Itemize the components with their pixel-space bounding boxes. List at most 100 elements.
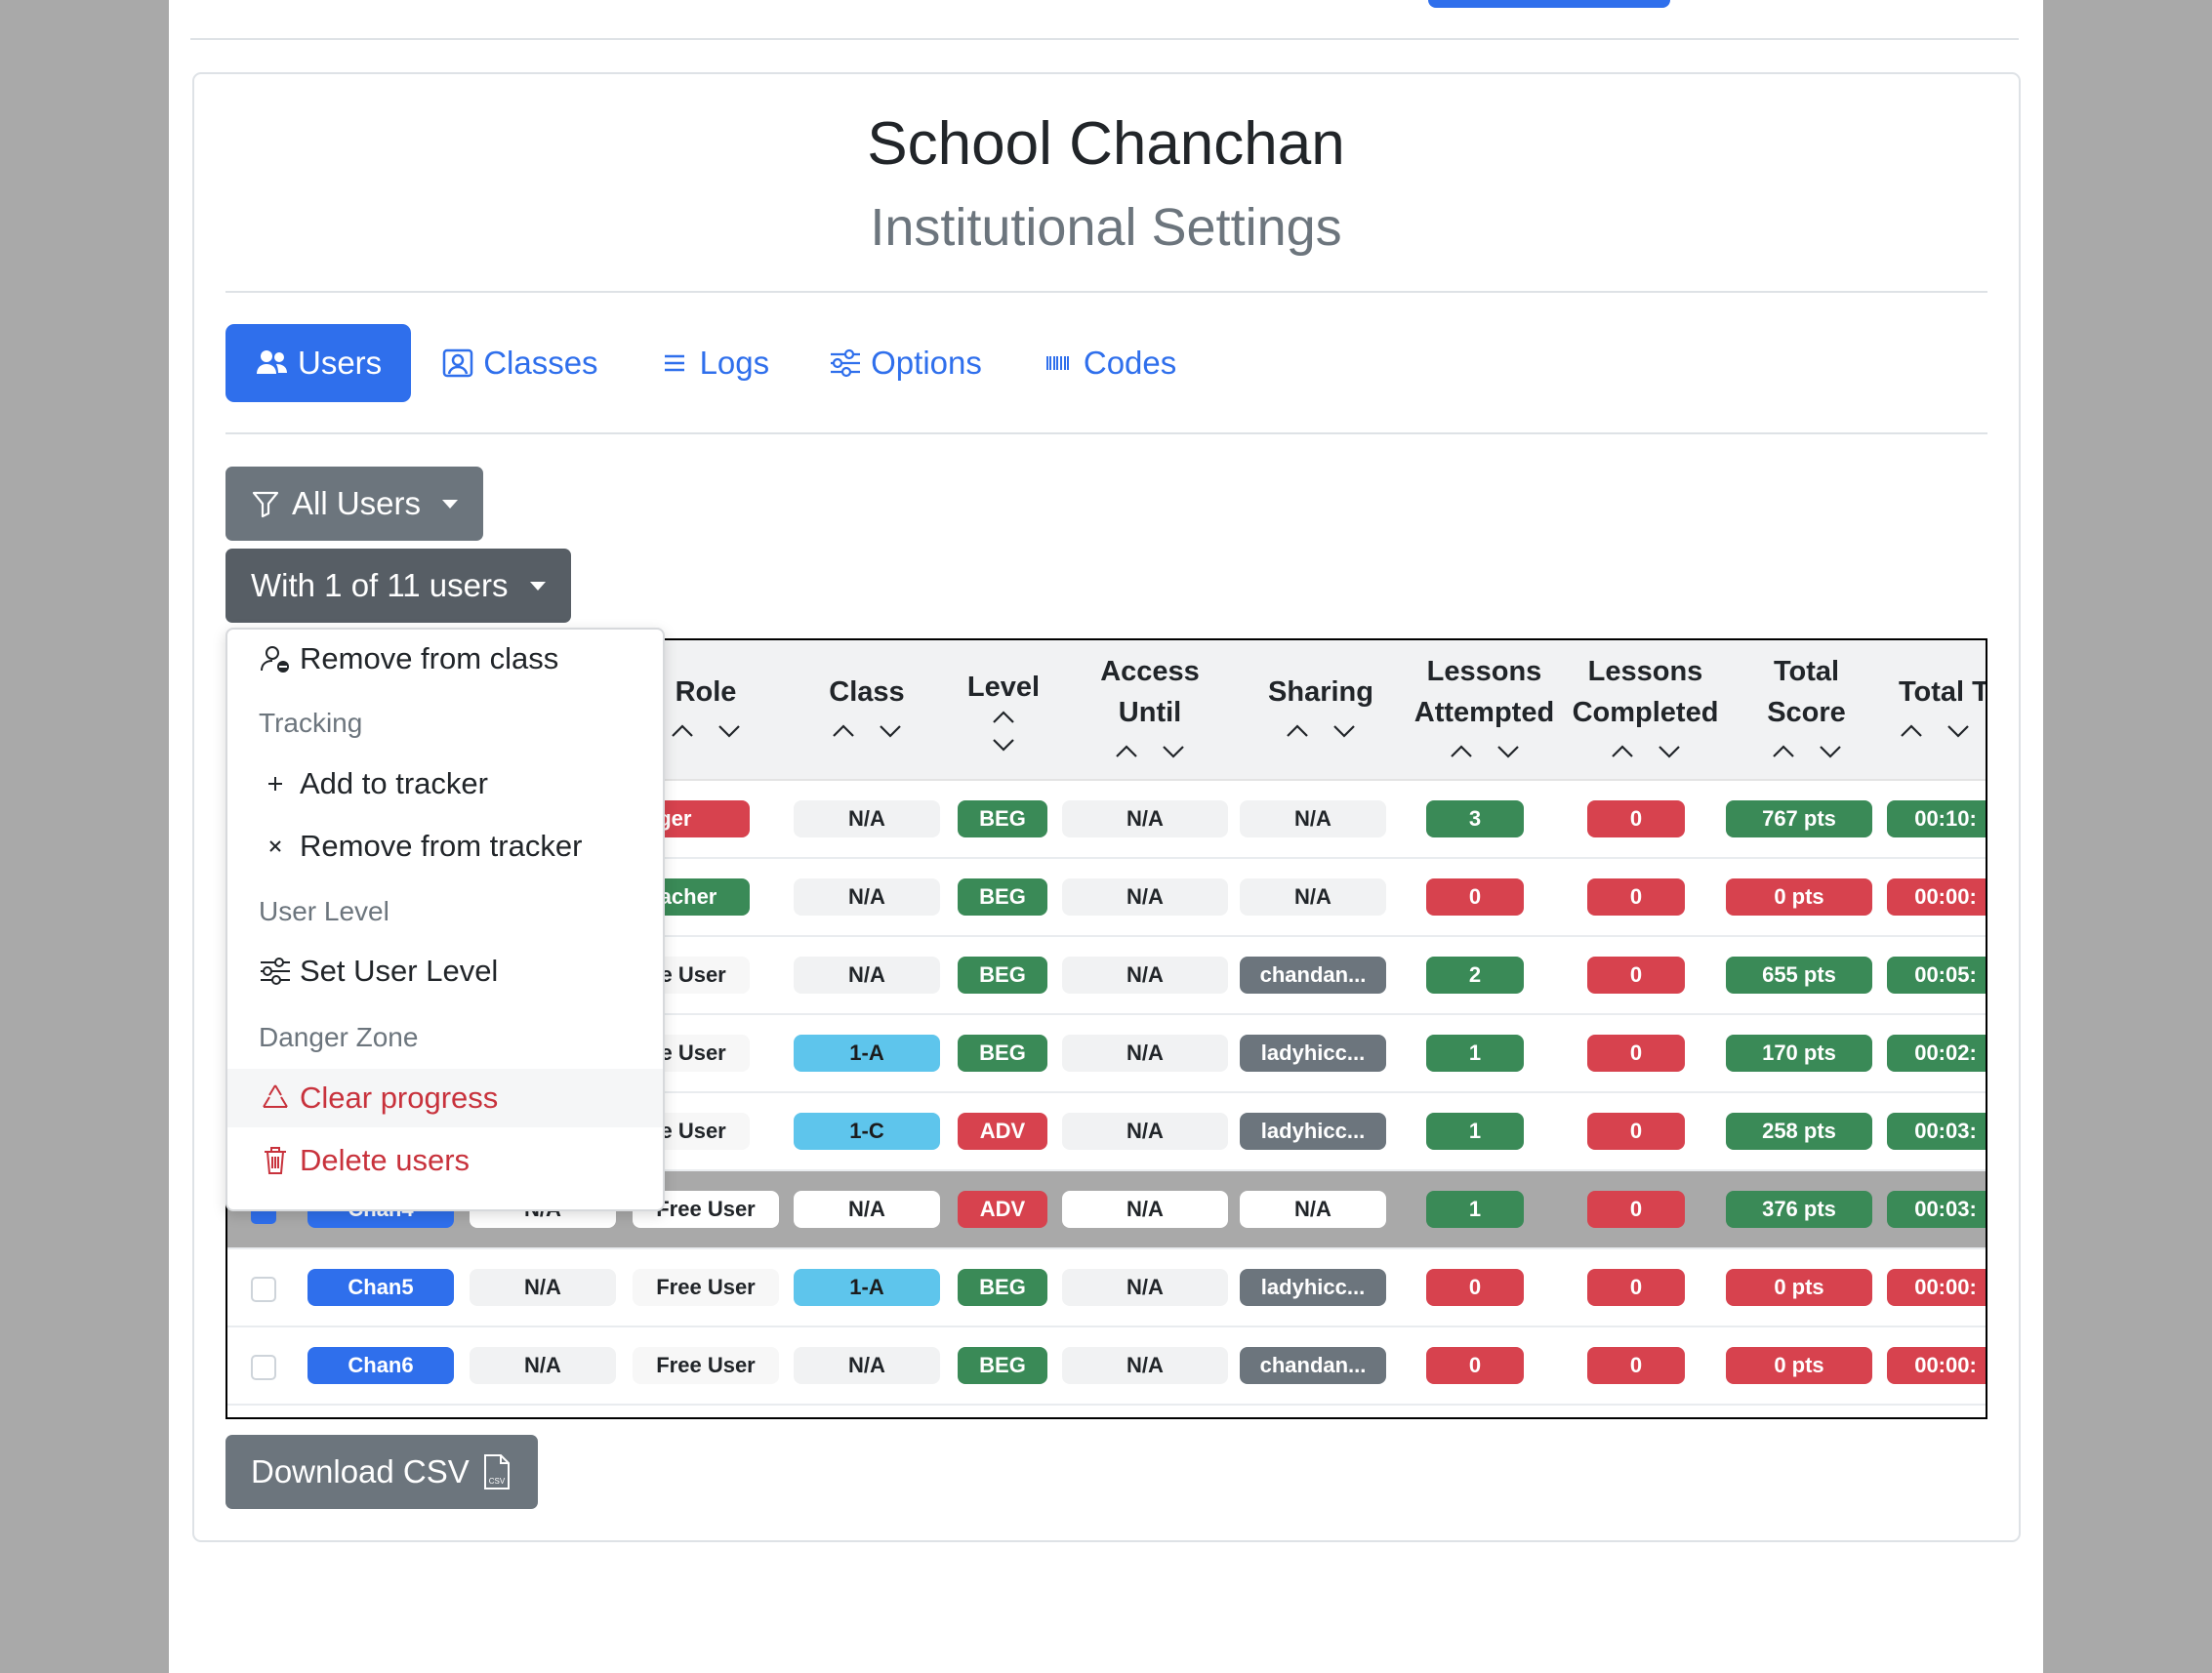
tab-codes-label: Codes <box>1083 345 1177 381</box>
person-badge-icon <box>442 348 473 378</box>
role-badge: Free User <box>633 1269 779 1306</box>
page: School Chanchan Institutional Settings U… <box>169 0 2043 1673</box>
level-badge: BEG <box>958 800 1047 837</box>
chevron-down-icon <box>529 581 546 591</box>
filter-label: All Users <box>292 485 422 521</box>
sort-down-icon[interactable] <box>878 721 903 741</box>
sharing-badge: chandan... <box>1240 957 1386 994</box>
sharing-badge: N/A <box>1240 800 1386 837</box>
time-badge: 00:00: <box>1887 878 1986 916</box>
completed-badge: 0 <box>1587 878 1685 916</box>
download-csv-button[interactable]: Download CSV CSV <box>225 1435 538 1509</box>
sort-down-icon[interactable] <box>1161 742 1186 761</box>
class-badge: N/A <box>794 878 940 916</box>
col-sharing[interactable]: Sharing <box>1238 640 1404 781</box>
bulk-actions-dropdown[interactable]: With 1 of 11 users <box>225 549 571 623</box>
time-badge: 00:00: <box>1887 1347 1986 1384</box>
top-button-edge[interactable] <box>1428 0 1670 8</box>
menu-item-set-user-level[interactable]: Set User Level <box>227 942 663 1000</box>
trash-icon <box>265 1147 286 1174</box>
filter-dropdown[interactable]: All Users <box>225 467 484 541</box>
tab-codes[interactable]: Codes <box>1011 324 1206 402</box>
sort-up-icon[interactable] <box>831 721 856 741</box>
sort-down-icon[interactable] <box>1495 742 1521 761</box>
level-badge: BEG <box>958 1035 1047 1072</box>
time-badge: 00:10: <box>1887 800 1986 837</box>
completed-badge: 0 <box>1587 800 1685 837</box>
col-level[interactable]: Level <box>945 640 1062 781</box>
sort-down-icon[interactable] <box>1657 742 1682 761</box>
sharing-badge: chandan... <box>1240 1347 1386 1384</box>
tab-options-label: Options <box>871 345 982 381</box>
sort-down-icon[interactable] <box>1818 742 1843 761</box>
sort-up-icon[interactable] <box>1114 742 1139 761</box>
class-badge: N/A <box>794 1191 940 1228</box>
menu-item-remove-from-class[interactable]: Remove from class <box>227 630 663 688</box>
tab-users[interactable]: Users <box>225 324 412 402</box>
row-checkbox[interactable] <box>251 1277 276 1302</box>
recycle-icon <box>263 1084 288 1108</box>
attempted-badge: 0 <box>1426 1269 1524 1306</box>
col-lessons-completed[interactable]: Lessons Completed <box>1565 640 1726 781</box>
tab-classes[interactable]: Classes <box>411 324 627 402</box>
attempted-badge: 3 <box>1426 800 1524 837</box>
table-row[interactable]: Chan6 N/A Free User N/A BEG N/A chandan.… <box>227 1327 1986 1406</box>
score-badge: 767 pts <box>1726 800 1872 837</box>
svg-text:CSV: CSV <box>489 1477 506 1486</box>
class-badge: N/A <box>794 1347 940 1384</box>
col-total-score[interactable]: Total Score <box>1726 640 1887 781</box>
time-badge: 00:05: <box>1887 957 1986 994</box>
class-badge: 1-A <box>794 1269 940 1306</box>
attempted-badge: 2 <box>1426 957 1524 994</box>
sort-up-icon[interactable] <box>670 721 695 741</box>
sort-up-icon[interactable] <box>1285 721 1310 741</box>
sort-down-icon[interactable] <box>991 735 1016 755</box>
score-badge: 0 pts <box>1726 878 1872 916</box>
access-until: N/A <box>1062 1191 1228 1228</box>
person-dash-icon <box>261 646 289 673</box>
col-lessons-attempted[interactable]: Lessons Attempted <box>1404 640 1565 781</box>
tab-logs[interactable]: Logs <box>628 324 799 402</box>
attempted-badge: 1 <box>1426 1113 1524 1150</box>
col-class[interactable]: Class <box>789 640 945 781</box>
menu-header-tracking: Tracking <box>259 708 363 738</box>
access-until: N/A <box>1062 1347 1228 1384</box>
level-badge: ADV <box>958 1113 1047 1150</box>
col-access-until[interactable]: Access Until <box>1062 640 1238 781</box>
sort-up-icon[interactable] <box>1610 742 1635 761</box>
tab-options[interactable]: Options <box>799 324 1011 402</box>
file-csv-icon: CSV <box>483 1454 510 1489</box>
page-subtitle: Institutional Settings <box>870 198 1342 257</box>
username-badge[interactable]: Chan5 <box>307 1269 454 1306</box>
sort-down-icon[interactable] <box>1331 721 1357 741</box>
sort-up-icon[interactable] <box>991 708 1016 727</box>
class-badge: 1-C <box>794 1113 940 1150</box>
menu-item-add-to-tracker[interactable]: Add to tracker <box>227 755 663 813</box>
level-badge: BEG <box>958 957 1047 994</box>
sliders-icon <box>261 958 290 985</box>
menu-item-delete-users[interactable]: Delete users <box>227 1131 663 1190</box>
menu-item-remove-from-tracker[interactable]: Remove from tracker <box>227 817 663 876</box>
access-until: N/A <box>1062 1269 1228 1306</box>
score-badge: 376 pts <box>1726 1191 1872 1228</box>
sort-down-icon[interactable] <box>1946 721 1971 741</box>
sort-up-icon[interactable] <box>1899 721 1924 741</box>
sort-up-icon[interactable] <box>1771 742 1796 761</box>
col-total-time[interactable]: Total Ti <box>1887 640 1986 781</box>
time-badge: 00:00: <box>1887 1269 1986 1306</box>
class-badge: 1-A <box>794 1035 940 1072</box>
row-checkbox[interactable] <box>251 1355 276 1380</box>
completed-badge: 0 <box>1587 1191 1685 1228</box>
download-csv-label: Download CSV <box>251 1453 470 1489</box>
completed-badge: 0 <box>1587 957 1685 994</box>
sort-down-icon[interactable] <box>717 721 742 741</box>
level-badge: BEG <box>958 878 1047 916</box>
access-until: N/A <box>1062 957 1228 994</box>
username-badge[interactable]: Chan6 <box>307 1347 454 1384</box>
menu-item-clear-progress[interactable]: Clear progress <box>227 1069 663 1127</box>
sliders-icon <box>831 348 861 378</box>
menu-header-danger-zone: Danger Zone <box>259 1022 419 1052</box>
sort-up-icon[interactable] <box>1449 742 1474 761</box>
table-row[interactable]: Chan5 N/A Free User 1-A BEG N/A ladyhicc… <box>227 1249 1986 1327</box>
menu-header-user-level: User Level <box>259 896 389 926</box>
